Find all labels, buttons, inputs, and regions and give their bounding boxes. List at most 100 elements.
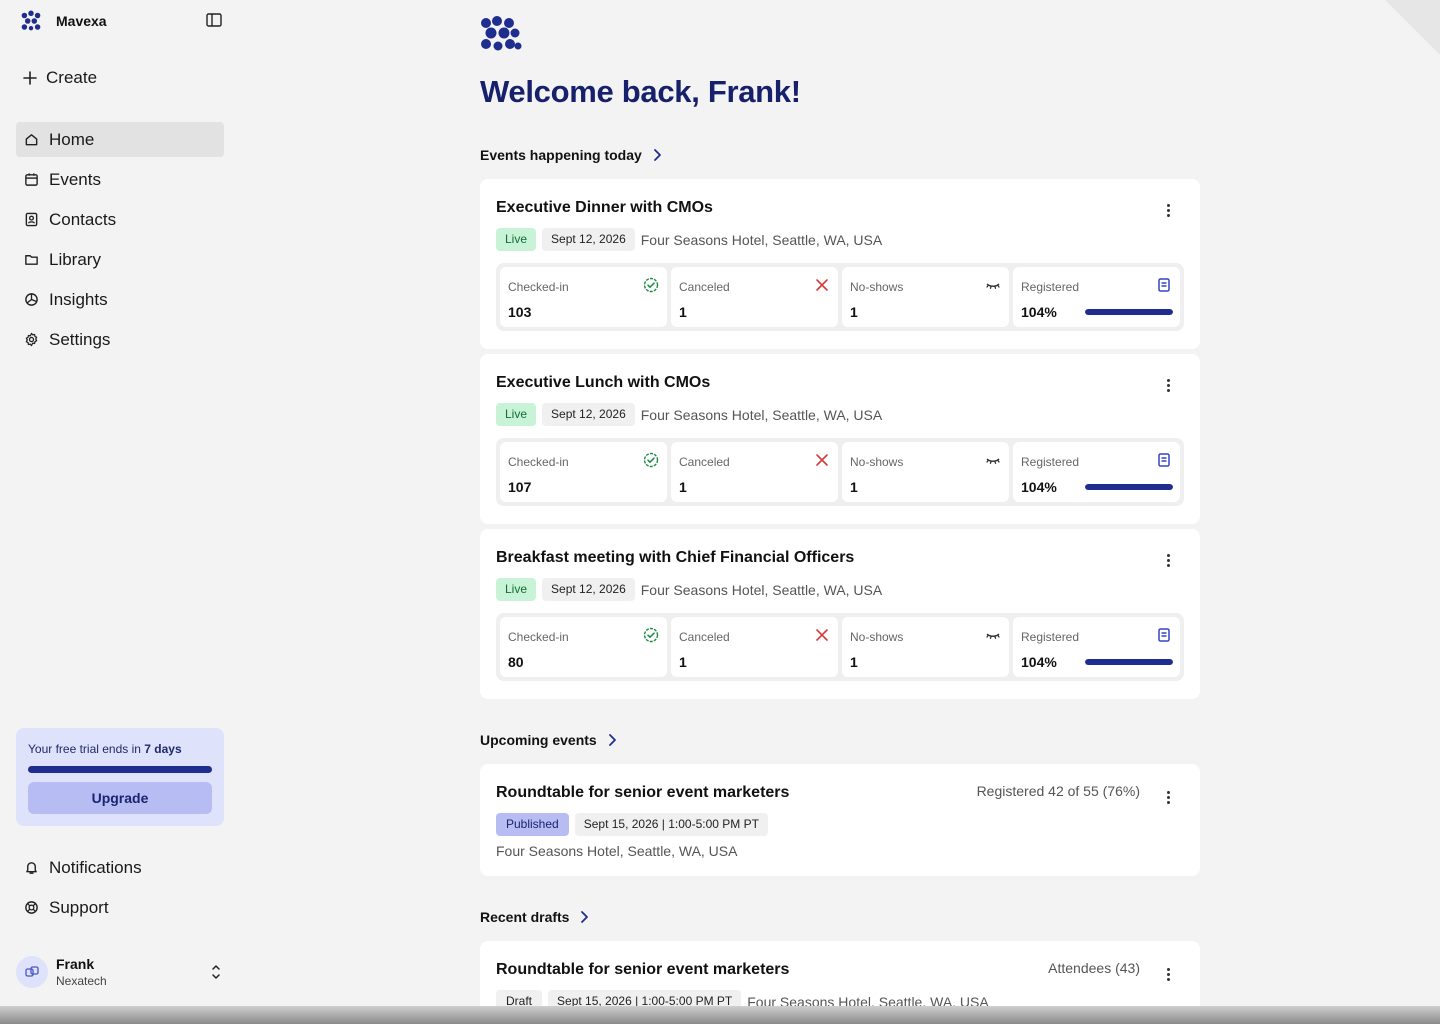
event-meta: Draft Sept 15, 2026 | 1:00-5:00 PM PT Fo… (496, 990, 989, 1006)
sidebar-item-settings[interactable]: Settings (16, 322, 224, 357)
date-chip: Sept 15, 2026 | 1:00-5:00 PM PT (574, 813, 768, 836)
event-location: Four Seasons Hotel, Seattle, WA, USA (640, 231, 883, 248)
more-options-button[interactable] (1160, 202, 1176, 218)
chevron-up-down-icon (212, 965, 220, 979)
status-badge: Live (496, 403, 537, 426)
stat-label: Registered (1021, 280, 1080, 294)
stat-checked-in: Checked-in 107 (500, 442, 667, 502)
stat-canceled: Canceled 1 (671, 442, 838, 502)
status-badge: Published (496, 813, 569, 836)
status-badge: Draft (496, 990, 543, 1006)
stat-checked-in: Checked-in 103 (500, 267, 667, 327)
clipboard-icon (1158, 453, 1170, 467)
check-circle-icon (643, 627, 659, 643)
stat-value: 80 (508, 654, 524, 670)
event-meta: Live Sept 12, 2026 Four Seasons Hotel, S… (496, 578, 882, 601)
page-title: Welcome back, Frank! (480, 74, 801, 109)
stat-value: 1 (850, 654, 858, 670)
sidebar-item-home[interactable]: Home (16, 122, 224, 157)
sidebar-item-insights[interactable]: Insights (16, 282, 224, 317)
create-button[interactable]: Create (22, 68, 97, 88)
event-title: Breakfast meeting with Chief Financial O… (496, 549, 855, 566)
stat-label: No-shows (850, 455, 904, 469)
sidebar-toggle-icon (206, 13, 222, 27)
upcoming-event-card[interactable]: Roundtable for senior event marketers Re… (480, 764, 1200, 876)
user-info: Frank Nexatech (56, 956, 107, 988)
progress-fill (1085, 659, 1173, 665)
eye-closed-icon (986, 283, 1000, 289)
stat-label: Canceled (679, 455, 730, 469)
workspace-icon (25, 966, 39, 977)
avatar (16, 956, 48, 988)
more-options-button[interactable] (1160, 966, 1176, 982)
event-meta: Live Sept 12, 2026 Four Seasons Hotel, S… (496, 228, 882, 251)
chevron-right-icon (581, 911, 589, 923)
recent-drafts-link[interactable]: Recent drafts (480, 909, 589, 925)
event-location: Four Seasons Hotel, Seattle, WA, USA (640, 406, 883, 423)
progress-fill (1085, 309, 1173, 315)
draft-card[interactable]: Roundtable for senior event marketers At… (480, 941, 1200, 1006)
sidebar-bottom-nav: Notifications Support (16, 850, 224, 930)
stat-noshows: No-shows 1 (842, 267, 1009, 327)
event-title: Roundtable for senior event marketers (496, 961, 790, 978)
stat-registered: Registered 104% (1013, 267, 1180, 327)
event-title: Executive Dinner with CMOs (496, 199, 713, 216)
sidebar-item-contacts[interactable]: Contacts (16, 202, 224, 237)
eye-closed-icon (986, 633, 1000, 639)
upgrade-button[interactable]: Upgrade (28, 782, 212, 814)
home-icon (25, 134, 38, 146)
check-circle-icon (643, 452, 659, 468)
more-options-button[interactable] (1160, 552, 1176, 568)
mavexa-logo-icon (481, 16, 522, 51)
stat-checked-in: Checked-in 80 (500, 617, 667, 677)
sidebar-item-label: Notifications (49, 857, 142, 877)
sidebar-item-events[interactable]: Events (16, 162, 224, 197)
chevron-right-icon (608, 734, 616, 746)
event-card[interactable]: Executive Lunch with CMOs Live Sept 12, … (480, 354, 1200, 524)
upcoming-events-link[interactable]: Upcoming events (480, 732, 617, 748)
stat-value: 107 (508, 479, 532, 495)
event-stats: Checked-in 80 Canceled 1 No-shows 1 Regi… (496, 613, 1184, 681)
trial-text: Your free trial ends in 7 days (28, 742, 212, 756)
sidebar-item-library[interactable]: Library (16, 242, 224, 277)
clipboard-icon (1158, 628, 1170, 642)
more-options-button[interactable] (1160, 789, 1176, 805)
stat-value: 1 (679, 479, 687, 495)
event-card[interactable]: Breakfast meeting with Chief Financial O… (480, 529, 1200, 699)
section-title: Events happening today (480, 147, 642, 163)
sidebar-item-label: Home (49, 129, 95, 149)
trial-days: 7 days (144, 742, 182, 756)
sidebar-item-label: Settings (49, 329, 111, 349)
registered-progress-bar (1085, 309, 1173, 315)
lifebuoy-icon (25, 901, 38, 914)
stat-value: 1 (679, 654, 687, 670)
user-menu[interactable]: Frank Nexatech (16, 955, 224, 989)
registered-progress-bar (1085, 659, 1173, 665)
event-card[interactable]: Executive Dinner with CMOs Live Sept 12,… (480, 179, 1200, 349)
date-chip: Sept 15, 2026 | 1:00-5:00 PM PT (548, 990, 742, 1006)
sidebar-toggle-button[interactable] (206, 13, 224, 29)
section-title: Recent drafts (480, 909, 570, 925)
sidebar-item-label: Insights (49, 289, 108, 309)
sidebar-item-label: Events (49, 169, 101, 189)
more-options-button[interactable] (1160, 377, 1176, 393)
sidebar-item-label: Contacts (49, 209, 117, 229)
eye-closed-icon (986, 458, 1000, 464)
status-badge: Live (496, 578, 537, 601)
brand[interactable]: Mavexa (20, 10, 107, 32)
date-chip: Sept 12, 2026 (542, 578, 635, 601)
attendees-count: Attendees (43) (1048, 960, 1140, 976)
event-stats: Checked-in 103 Canceled 1 No-shows 1 Reg… (496, 263, 1184, 331)
sidebar-item-notifications[interactable]: Notifications (16, 850, 224, 885)
stat-noshows: No-shows 1 (842, 617, 1009, 677)
events-today-link[interactable]: Events happening today (480, 147, 662, 163)
contacts-icon (25, 212, 38, 227)
app-window: Mavexa Create Home Events Contacts Libra… (0, 0, 1440, 1006)
insights-icon (25, 293, 38, 306)
status-badge: Live (496, 228, 537, 251)
stat-label: Checked-in (508, 280, 569, 294)
sidebar-item-support[interactable]: Support (16, 890, 224, 925)
event-location: Four Seasons Hotel, Seattle, WA, USA (496, 843, 738, 859)
app-name: Mavexa (56, 13, 107, 29)
sidebar: Mavexa Create Home Events Contacts Libra… (0, 0, 240, 1006)
